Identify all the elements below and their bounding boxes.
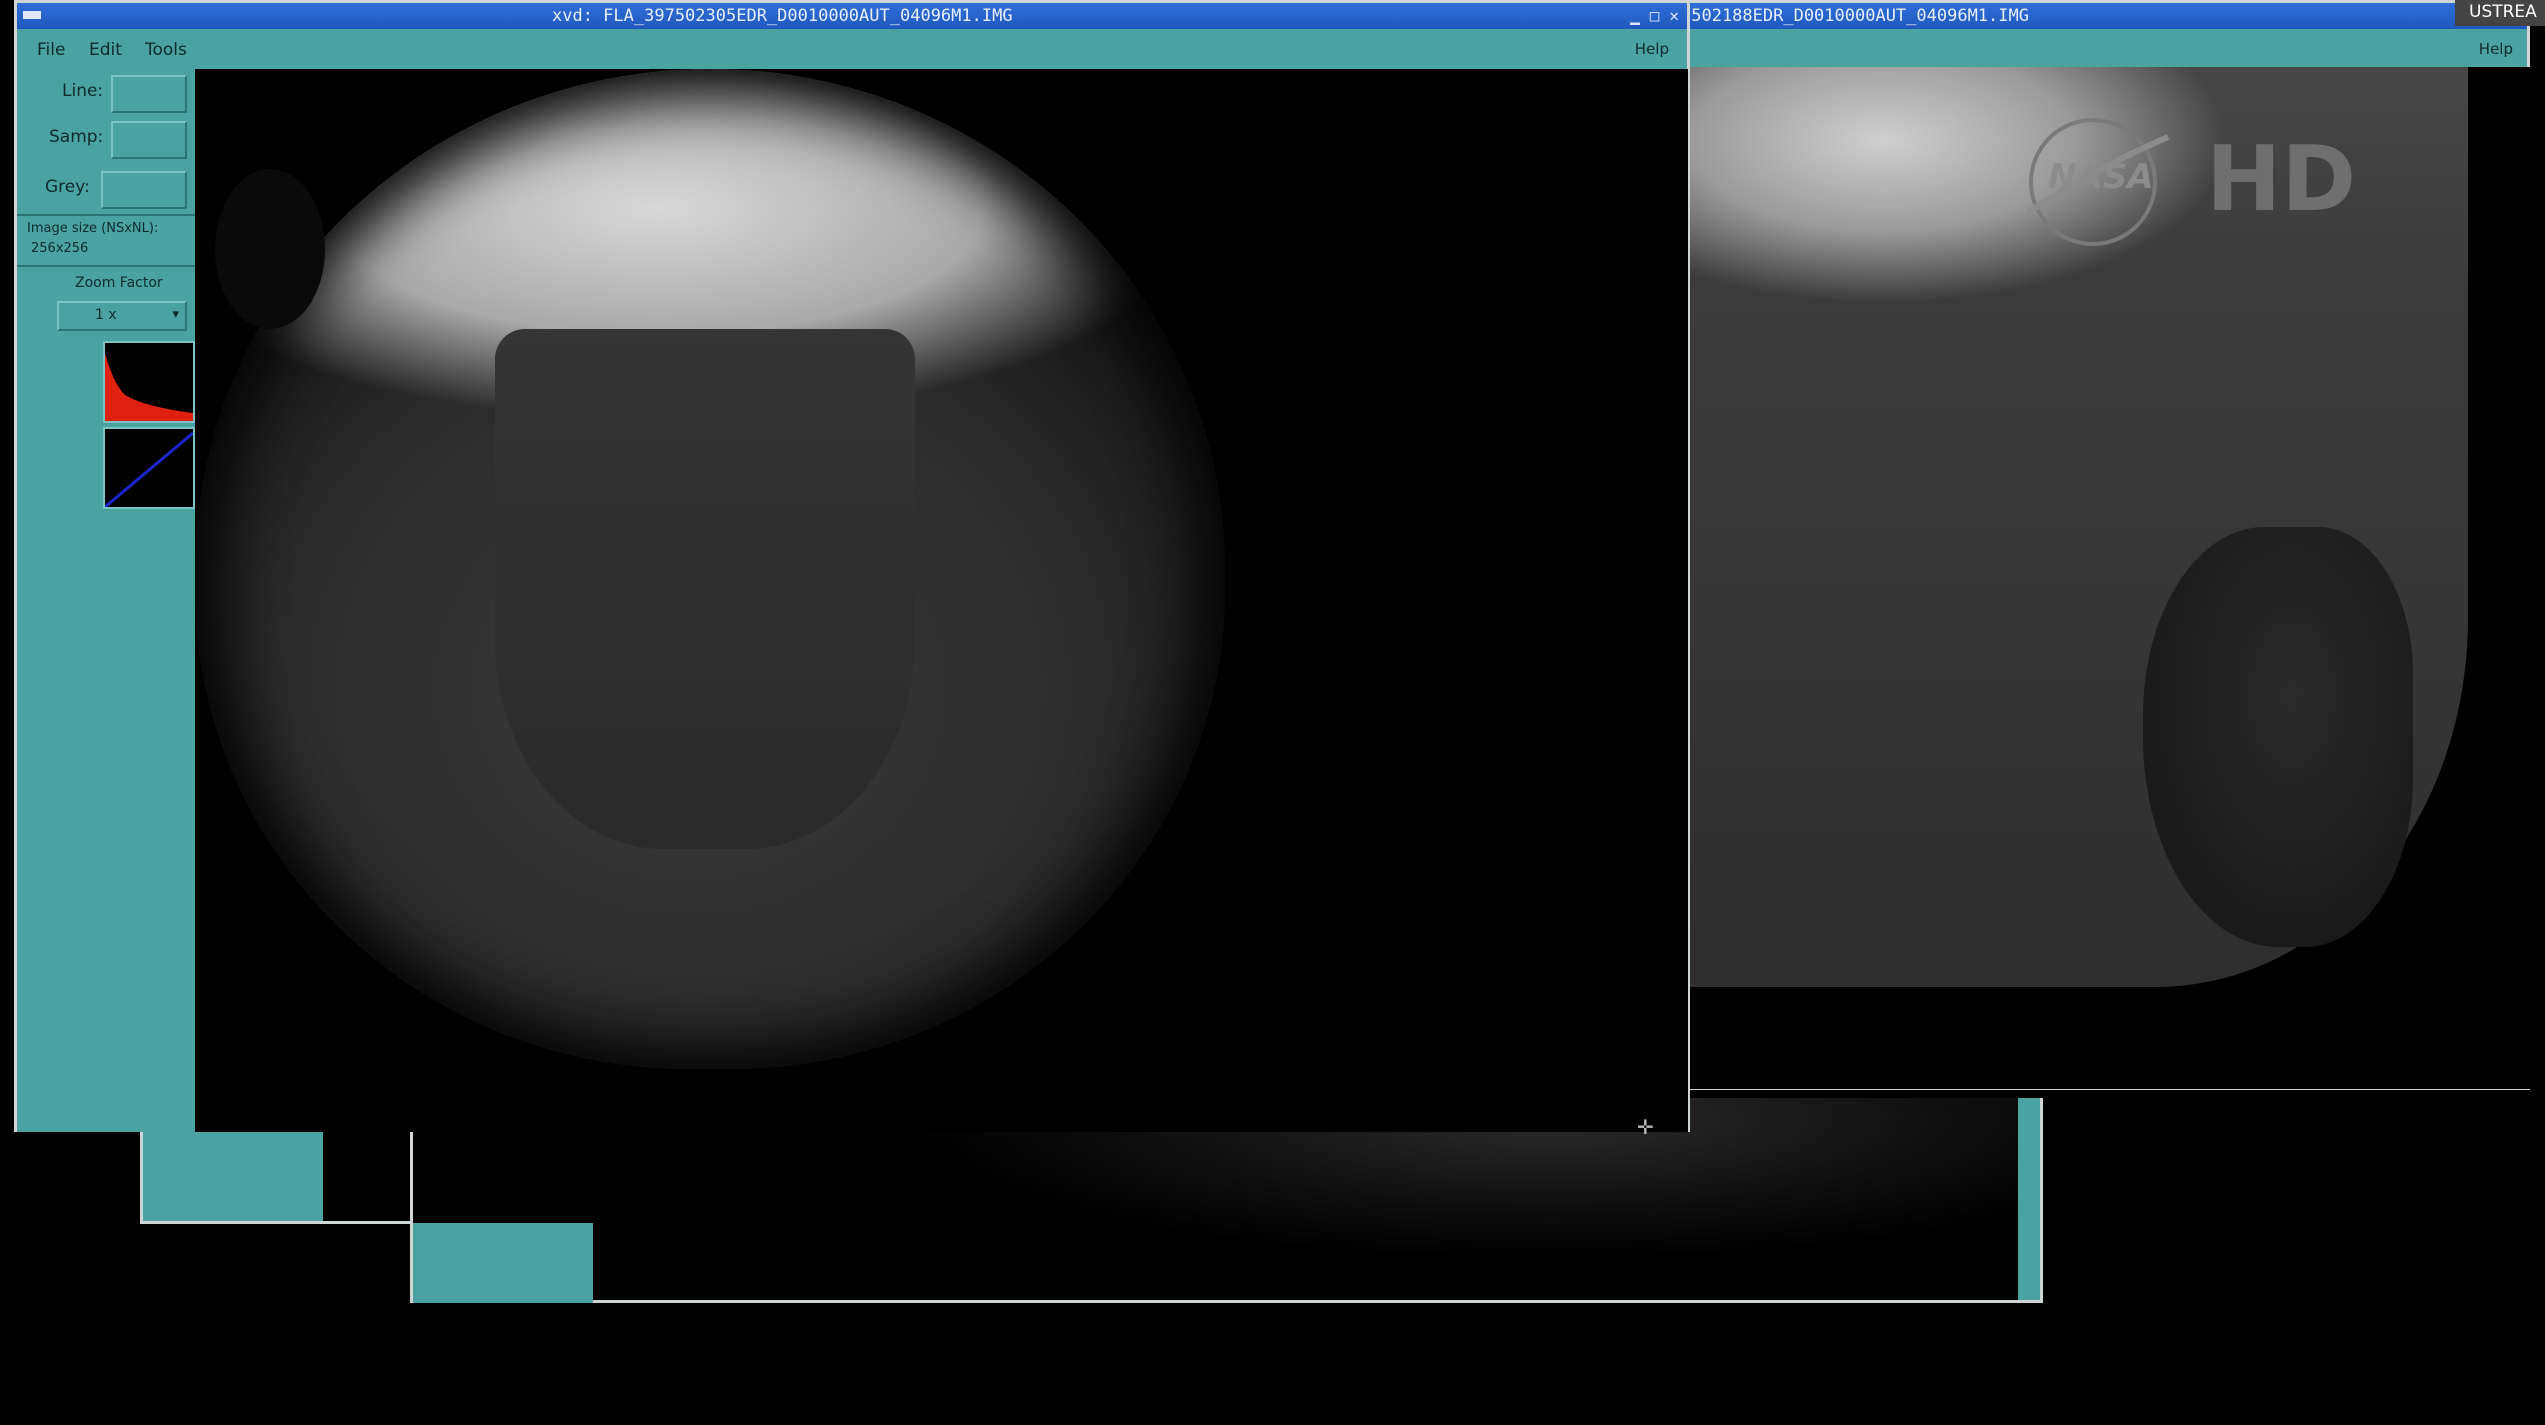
lut-thumbnail[interactable] bbox=[103, 427, 195, 509]
zoom-factor-value: 1 x bbox=[95, 307, 117, 323]
zoom-factor-label: Zoom Factor bbox=[75, 275, 163, 291]
grey-field[interactable] bbox=[101, 171, 187, 209]
background-window-1-sidebar bbox=[143, 1123, 323, 1221]
zoom-factor-select[interactable]: 1 x ▾ bbox=[57, 301, 187, 331]
background-window-2-sidebar bbox=[413, 1223, 593, 1303]
window-menu-icon[interactable] bbox=[23, 11, 41, 19]
right-image-window[interactable]: 7502188EDR_D0010000AUT_04096M1.IMG Help … bbox=[1672, 0, 2530, 1090]
left-window-title: xvd: FLA_397502305EDR_D0010000AUT_04096M… bbox=[552, 6, 1013, 26]
right-window-title: 7502188EDR_D0010000AUT_04096M1.IMG bbox=[1681, 6, 2029, 26]
line-field[interactable] bbox=[111, 75, 187, 113]
tools-menu[interactable]: Tools bbox=[145, 40, 187, 60]
left-window-titlebar[interactable]: xvd: FLA_397502305EDR_D0010000AUT_04096M… bbox=[17, 3, 1687, 29]
panel-divider-2 bbox=[17, 265, 195, 267]
right-help-menu[interactable]: Help bbox=[2479, 40, 2513, 58]
chevron-down-icon: ▾ bbox=[172, 307, 179, 322]
rover-shadow bbox=[495, 329, 915, 849]
control-panel: Line: Samp: Grey: Image size (NSxNL): 25… bbox=[17, 69, 195, 1132]
histogram-icon bbox=[105, 353, 193, 421]
image-size-label: Image size (NSxNL): bbox=[27, 221, 159, 236]
left-mars-image[interactable] bbox=[195, 69, 1688, 1132]
ustream-corner: USTREA bbox=[2455, 0, 2545, 26]
maximize-icon[interactable]: □ bbox=[1650, 3, 1660, 29]
left-window-menubar: File Edit Tools Help bbox=[17, 29, 1687, 69]
lut-curve-icon bbox=[104, 431, 194, 509]
samp-field[interactable] bbox=[111, 121, 187, 159]
left-image-window[interactable]: xvd: FLA_397502305EDR_D0010000AUT_04096M… bbox=[14, 0, 1690, 1139]
samp-label: Samp: bbox=[49, 127, 104, 147]
grey-label: Grey: bbox=[45, 177, 90, 197]
vertical-scrollbar[interactable] bbox=[2018, 1098, 2040, 1300]
image-size-value: 256x256 bbox=[31, 241, 89, 256]
hd-badge: HD bbox=[2206, 127, 2357, 232]
line-label: Line: bbox=[62, 81, 104, 101]
panel-divider bbox=[17, 214, 195, 216]
close-icon[interactable]: ✕ bbox=[1669, 3, 1679, 29]
right-window-menubar: Help bbox=[1675, 29, 2527, 67]
mouse-cursor: ✛ bbox=[1637, 1115, 1654, 1139]
lens-shadow bbox=[215, 169, 325, 329]
nasa-logo-text: NASA bbox=[2048, 157, 2154, 197]
histogram-thumbnail[interactable] bbox=[103, 341, 195, 423]
window-controls: ▁ □ ✕ bbox=[1630, 3, 1679, 29]
edit-menu[interactable]: Edit bbox=[89, 40, 122, 60]
help-menu[interactable]: Help bbox=[1635, 40, 1669, 58]
rover-wheel-shadow bbox=[2143, 527, 2413, 947]
right-mars-image[interactable]: NASA HD bbox=[1688, 67, 2530, 1089]
right-window-titlebar[interactable]: 7502188EDR_D0010000AUT_04096M1.IMG bbox=[1675, 3, 2527, 29]
ustream-label: USTREA bbox=[2469, 2, 2537, 22]
minimize-icon[interactable]: ▁ bbox=[1630, 3, 1640, 29]
file-menu[interactable]: File bbox=[37, 40, 65, 60]
